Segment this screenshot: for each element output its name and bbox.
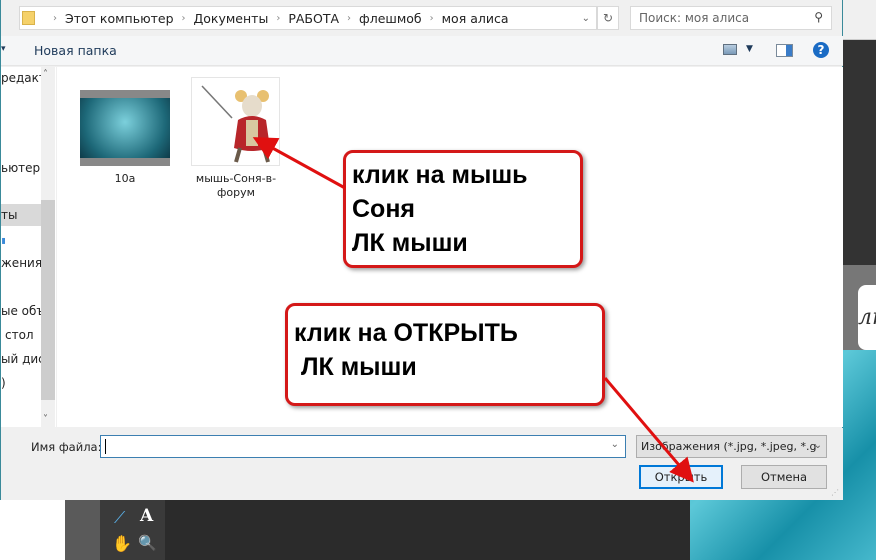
breadcrumb-item[interactable]: Документы bbox=[194, 11, 269, 26]
nav-icon: ▪ bbox=[1, 229, 5, 251]
zoom-tool-icon[interactable]: 🔍 bbox=[138, 534, 157, 552]
chevron-right-icon: › bbox=[53, 12, 57, 24]
help-icon[interactable]: ? bbox=[813, 42, 829, 58]
toolbar bbox=[1, 36, 843, 66]
refresh-button[interactable]: ↻ bbox=[597, 6, 619, 30]
chevron-right-icon: › bbox=[181, 12, 186, 24]
text-tool-icon[interactable]: A bbox=[140, 506, 153, 526]
file-type-value: Изображения (*.jpg, *.jpeg, *.g bbox=[641, 440, 817, 453]
search-input[interactable]: Поиск: моя алиса ⚲ bbox=[630, 6, 832, 30]
nav-item[interactable]: жения bbox=[1, 252, 41, 274]
cancel-button[interactable]: Отмена bbox=[741, 465, 827, 489]
file-type-select[interactable]: Изображения (*.jpg, *.jpeg, *.g ⌄ bbox=[636, 435, 827, 458]
nav-item[interactable]: ый дис bbox=[1, 348, 41, 370]
nav-item-selected[interactable]: ты bbox=[1, 204, 41, 226]
search-placeholder: Поиск: моя алиса bbox=[639, 11, 750, 25]
chevron-down-icon[interactable]: ⌄ bbox=[582, 13, 590, 24]
nav-item[interactable]: ые объ bbox=[1, 300, 41, 322]
open-button[interactable]: Открыть bbox=[639, 465, 723, 489]
editor-tools-panel: ⟋ A ✋ 🔍 bbox=[100, 500, 165, 560]
nav-item[interactable]: ьютер bbox=[1, 157, 41, 179]
background-logo: лн bbox=[858, 285, 876, 350]
annotation-callout-mouse: клик на мышь Соня ЛК мыши bbox=[343, 150, 583, 268]
nav-item[interactable]: редакто bbox=[1, 67, 41, 89]
filename-input[interactable]: ⌄ bbox=[100, 435, 626, 458]
organize-dropdown-icon[interactable]: ▾ bbox=[1, 44, 6, 54]
chevron-down-icon: ⌄ bbox=[813, 440, 822, 451]
change-view-icon[interactable] bbox=[723, 44, 737, 55]
file-thumbnail-mouse[interactable] bbox=[191, 77, 280, 166]
scroll-up-icon[interactable]: ˄ bbox=[43, 69, 48, 80]
breadcrumb-item[interactable]: Этот компьютер bbox=[65, 11, 174, 26]
nav-item[interactable]: стол bbox=[1, 324, 41, 346]
hand-tool-icon[interactable]: ✋ bbox=[112, 534, 132, 553]
text-caret bbox=[105, 439, 106, 454]
new-folder-button[interactable]: Новая папка bbox=[34, 43, 117, 58]
background-shoe-image bbox=[0, 500, 65, 560]
background-panel bbox=[65, 500, 100, 560]
filename-label: Имя файла: bbox=[31, 440, 102, 454]
breadcrumb-item[interactable]: РАБОТА bbox=[288, 11, 339, 26]
preview-pane-icon[interactable] bbox=[776, 44, 793, 57]
resize-grip-icon[interactable]: ⋰ bbox=[831, 488, 839, 497]
file-thumbnail-video[interactable] bbox=[80, 90, 170, 166]
annotation-callout-open: клик на ОТКРЫТЬ ЛК мыши bbox=[285, 303, 605, 406]
nav-item[interactable]: ) bbox=[1, 372, 41, 394]
background-editor-panel bbox=[843, 40, 876, 265]
chevron-right-icon: › bbox=[347, 12, 352, 24]
address-bar[interactable]: › Этот компьютер › Документы › РАБОТА › … bbox=[19, 6, 597, 30]
file-name[interactable]: 10а bbox=[80, 172, 170, 185]
chevron-right-icon: › bbox=[276, 12, 281, 24]
folder-icon bbox=[22, 11, 35, 25]
background-window-strip bbox=[843, 0, 876, 40]
chevron-down-icon[interactable]: ⌄ bbox=[611, 439, 619, 450]
view-dropdown-icon[interactable]: ▼ bbox=[746, 44, 753, 54]
breadcrumb-item[interactable]: флешмоб bbox=[359, 11, 422, 26]
scroll-down-icon[interactable]: ˅ bbox=[43, 414, 48, 425]
search-icon[interactable]: ⚲ bbox=[814, 10, 823, 24]
chevron-right-icon: › bbox=[429, 12, 434, 24]
file-name[interactable]: мышь-Соня-в-форум bbox=[186, 172, 286, 200]
eyedropper-tool-icon[interactable]: ⟋ bbox=[114, 508, 125, 528]
nav-scrollbar-thumb[interactable] bbox=[41, 200, 55, 400]
breadcrumb-item[interactable]: моя алиса bbox=[442, 11, 509, 26]
